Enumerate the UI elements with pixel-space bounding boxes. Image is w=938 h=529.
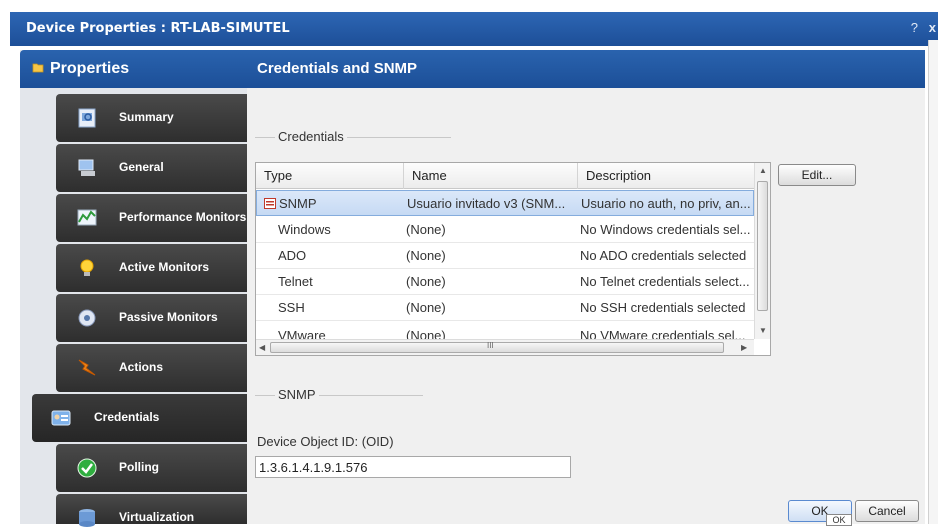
nav-item-general[interactable]: General (56, 144, 256, 192)
cell-description: No SSH credentials selected (580, 300, 746, 315)
nav-label: Actions (119, 360, 164, 374)
cell-type: SNMP (279, 196, 317, 211)
nav-item-performance-monitors[interactable]: Performance Monitors (56, 194, 256, 242)
cell-name: (None) (406, 222, 446, 237)
cell-name: (None) (406, 274, 446, 289)
nav-item-passive-monitors[interactable]: Passive Monitors (56, 294, 256, 342)
column-header-name[interactable]: Name (404, 163, 578, 189)
scroll-left-icon[interactable]: ◀ (259, 343, 265, 352)
nav-label: Passive Monitors (119, 310, 218, 324)
edit-button[interactable]: Edit... (778, 164, 856, 186)
oid-label: Device Object ID: (OID) (257, 434, 394, 449)
nav-item-credentials[interactable]: Credentials (32, 394, 257, 442)
nav-item-active-monitors[interactable]: Active Monitors (56, 244, 256, 292)
cell-type: Telnet (278, 274, 313, 289)
scroll-down-icon[interactable]: ▼ (759, 326, 767, 335)
scroll-grip: III (487, 341, 494, 350)
help-icon[interactable]: ? (911, 20, 918, 35)
nav-label: General (119, 160, 164, 174)
nav-label: Polling (119, 460, 159, 474)
properties-sidebar: Properties Summary General Performance M… (20, 50, 257, 527)
database-icon (79, 509, 95, 527)
nav-item-actions[interactable]: Actions (56, 344, 256, 392)
lightning-icon (78, 359, 96, 376)
window-title: Device Properties : RT-LAB-SIMUTEL (26, 21, 290, 36)
close-icon[interactable]: x (929, 20, 936, 35)
cell-description: No VMware credentials sel... (580, 328, 746, 339)
cell-description: No Windows credentials sel... (580, 222, 751, 237)
cell-description: No ADO credentials selected (580, 248, 747, 263)
folder-icon (32, 63, 44, 73)
column-header-description[interactable]: Description (578, 163, 754, 189)
nav-item-virtualization[interactable]: Virtualization (56, 494, 256, 527)
cell-name: Usuario invitado v3 (SNM... (407, 196, 566, 211)
vertical-scrollbar[interactable]: ▲ ▼ (754, 163, 770, 339)
cell-type: SSH (278, 300, 305, 315)
checkmark-icon (77, 458, 97, 478)
column-header-type[interactable]: Type (256, 163, 404, 189)
table-row[interactable]: ADO (None) No ADO credentials selected (256, 243, 754, 269)
chart-icon (77, 209, 97, 226)
ok-tooltip: OK (826, 514, 852, 526)
nav-label: Credentials (94, 410, 160, 424)
disc-icon (78, 309, 96, 327)
nav-label: Active Monitors (119, 260, 210, 274)
scroll-thumb[interactable] (757, 181, 768, 311)
id-card-icon (51, 410, 71, 426)
cell-type: Windows (278, 222, 331, 237)
table-row[interactable]: SNMP Usuario invitado v3 (SNM... Usuario… (256, 190, 754, 216)
properties-header: Properties (20, 50, 257, 88)
lightbulb-icon (80, 259, 94, 276)
nav-label: Performance Monitors (119, 210, 247, 224)
scroll-up-icon[interactable]: ▲ (759, 166, 767, 175)
scroll-thumb[interactable]: III (270, 341, 724, 353)
nav-label: Summary (119, 110, 174, 124)
snmp-icon (264, 198, 276, 209)
scroll-right-icon[interactable]: ▶ (741, 343, 747, 352)
cell-type: ADO (278, 248, 307, 263)
table-row[interactable]: Windows (None) No Windows credentials se… (256, 217, 754, 243)
table-row[interactable]: Telnet (None) No Telnet credentials sele… (256, 269, 754, 295)
oid-field[interactable]: 1.3.6.1.4.1.9.1.576 (255, 456, 571, 478)
section-title: Credentials and SNMP (257, 60, 418, 77)
horizontal-scrollbar[interactable]: ◀ III ▶ (256, 339, 754, 355)
cell-description: Usuario no auth, no priv, an... (581, 196, 751, 211)
snmp-group-label: SNMP (275, 387, 319, 402)
credentials-group-label: Credentials (275, 129, 347, 144)
nav-item-polling[interactable]: Polling (56, 444, 256, 492)
cell-description: No Telnet credentials select... (580, 274, 750, 289)
table-row[interactable]: VMware (None) No VMware credentials sel.… (256, 321, 754, 339)
summary-icon (78, 108, 96, 128)
cancel-button[interactable]: Cancel (855, 500, 919, 522)
credentials-panel: Credentials and SNMP Credentials Type Na… (247, 50, 925, 524)
cell-name: (None) (406, 248, 446, 263)
properties-title: Properties (50, 60, 130, 77)
title-bar: Device Properties : RT-LAB-SIMUTEL ? x (10, 12, 938, 46)
computer-icon (78, 159, 95, 176)
cell-name: (None) (406, 300, 446, 315)
credentials-table: Type Name Description SNMP Usuario invit… (255, 162, 771, 356)
table-row[interactable]: SSH (None) No SSH credentials selected (256, 295, 754, 321)
section-header: Credentials and SNMP (247, 50, 925, 88)
table-header: Type Name Description (256, 163, 754, 189)
cell-type: VMware (278, 328, 326, 339)
nav-item-summary[interactable]: Summary (56, 94, 256, 142)
nav-label: Virtualization (119, 510, 195, 524)
window-scrollbar[interactable] (928, 40, 938, 524)
cell-name: (None) (406, 328, 446, 339)
